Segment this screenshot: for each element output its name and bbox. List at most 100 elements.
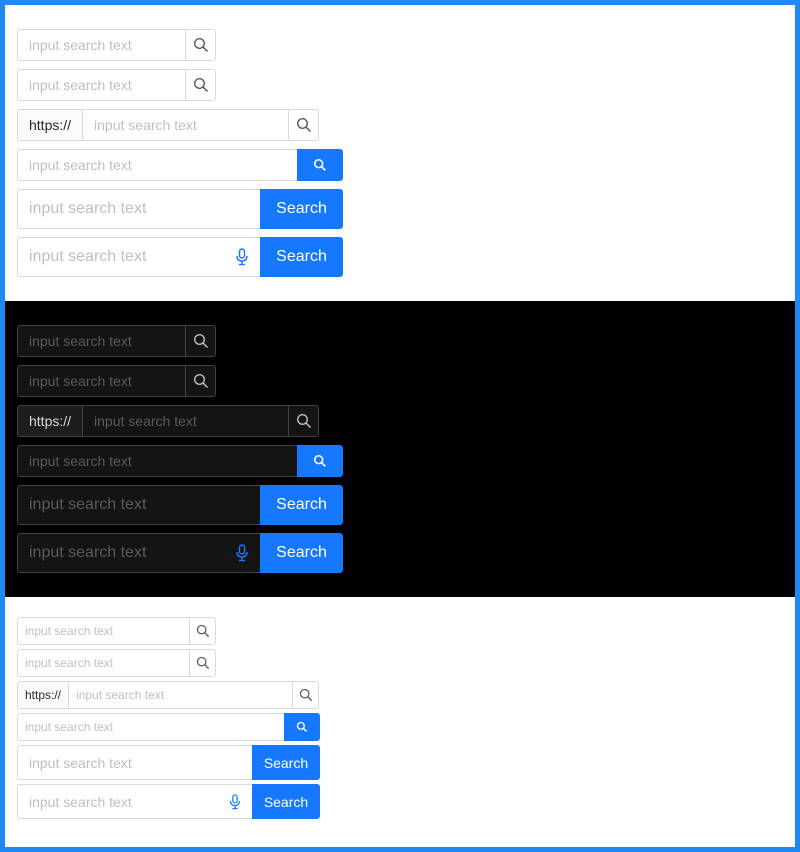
search-button[interactable]: Search: [260, 189, 343, 229]
search-button[interactable]: [284, 713, 320, 741]
dark-theme-section: input search text input search text http…: [5, 301, 795, 597]
search-button[interactable]: [185, 29, 216, 61]
addon-label: https://: [29, 413, 72, 429]
search-button[interactable]: [288, 109, 320, 141]
search-button-label: Search: [263, 793, 309, 810]
search-button-label: Search: [276, 544, 327, 561]
search-button[interactable]: [185, 365, 216, 397]
search-input[interactable]: input search text: [17, 149, 297, 181]
search-input[interactable]: input search text: [17, 784, 252, 819]
search-input[interactable]: input search text: [17, 29, 185, 61]
search-button-label: Search: [276, 200, 327, 217]
search-basic-2: input search text: [17, 649, 783, 677]
search-button-label: Search: [276, 248, 327, 265]
search-input[interactable]: input search text: [17, 745, 252, 780]
compact-section: input search text input search text http…: [5, 597, 795, 847]
microphone-icon[interactable]: [234, 248, 250, 266]
search-icon: [196, 624, 209, 638]
search-button[interactable]: [288, 405, 320, 437]
url-addon: https://: [17, 681, 69, 709]
search-icon: [313, 158, 326, 171]
microphone-icon[interactable]: [234, 544, 250, 562]
search-button[interactable]: [189, 617, 216, 645]
search-placeholder: input search text: [29, 453, 132, 469]
search-input[interactable]: input search text: [17, 617, 189, 645]
search-basic-2: input search text: [17, 69, 783, 101]
search-input[interactable]: input search text: [17, 365, 185, 397]
addon-label: https://: [25, 688, 62, 702]
search-button[interactable]: [185, 69, 216, 101]
search-icon: [296, 413, 311, 429]
search-button[interactable]: Search: [260, 533, 343, 573]
search-large: input search text Search: [17, 189, 783, 229]
search-input[interactable]: input search text: [82, 109, 289, 141]
search-button-label: Search: [276, 496, 327, 513]
search-icon: [193, 333, 208, 349]
search-input[interactable]: input search text: [17, 189, 260, 229]
search-placeholder: input search text: [29, 333, 132, 349]
search-icon: [193, 37, 208, 53]
search-primary-icon: input search text: [17, 445, 783, 477]
search-icon: [313, 454, 326, 467]
search-with-addon: https:// input search text: [17, 109, 783, 141]
search-input[interactable]: input search text: [17, 649, 189, 677]
search-placeholder: input search text: [29, 754, 132, 771]
search-placeholder: input search text: [29, 157, 132, 173]
addon-label: https://: [29, 117, 72, 133]
search-large: input search text Search: [17, 485, 783, 525]
search-basic-1: input search text: [17, 617, 783, 645]
search-placeholder: input search text: [29, 496, 147, 513]
search-input[interactable]: input search text: [17, 445, 297, 477]
search-placeholder: input search text: [94, 413, 197, 429]
search-button[interactable]: [297, 445, 343, 477]
search-input[interactable]: input search text: [17, 69, 185, 101]
search-placeholder: input search text: [29, 373, 132, 389]
search-icon: [196, 656, 209, 670]
search-basic-2: input search text: [17, 365, 783, 397]
search-input[interactable]: input search text: [82, 405, 289, 437]
search-placeholder: input search text: [25, 624, 114, 638]
search-input[interactable]: input search text: [17, 237, 260, 277]
search-placeholder: input search text: [25, 656, 114, 670]
search-primary-icon: input search text: [17, 149, 783, 181]
url-addon: https://: [17, 405, 83, 437]
search-button[interactable]: [297, 149, 343, 181]
search-icon: [296, 117, 311, 133]
search-with-addon: https:// input search text: [17, 681, 783, 709]
light-theme-section: input search text input search text http…: [5, 5, 795, 301]
search-placeholder: input search text: [29, 793, 132, 810]
search-placeholder: input search text: [29, 200, 147, 217]
search-button[interactable]: Search: [252, 745, 320, 780]
search-large-mic: input search text Search: [17, 237, 783, 277]
search-icon: [299, 688, 312, 702]
search-placeholder: input search text: [29, 37, 132, 53]
search-large: input search text Search: [17, 745, 783, 780]
search-input[interactable]: input search text: [17, 485, 260, 525]
search-placeholder: input search text: [29, 77, 132, 93]
search-button[interactable]: Search: [252, 784, 320, 819]
search-placeholder: input search text: [25, 720, 114, 734]
search-placeholder: input search text: [29, 544, 147, 561]
search-button[interactable]: [292, 681, 320, 709]
search-input[interactable]: input search text: [17, 533, 260, 573]
search-primary-icon: input search text: [17, 713, 783, 741]
search-button[interactable]: [189, 649, 216, 677]
search-button[interactable]: [185, 325, 216, 357]
search-placeholder: input search text: [94, 117, 197, 133]
microphone-icon[interactable]: [228, 793, 242, 810]
search-input[interactable]: input search text: [17, 713, 284, 741]
search-icon: [193, 77, 208, 93]
search-placeholder: input search text: [76, 688, 165, 702]
search-large-mic: input search text Search: [17, 533, 783, 573]
search-input[interactable]: input search text: [68, 681, 293, 709]
url-addon: https://: [17, 109, 83, 141]
search-large-mic: input search text Search: [17, 784, 783, 819]
search-button-label: Search: [263, 754, 309, 771]
search-icon: [296, 721, 308, 733]
search-button[interactable]: Search: [260, 485, 343, 525]
search-basic-1: input search text: [17, 325, 783, 357]
search-icon: [193, 373, 208, 389]
search-basic-1: input search text: [17, 29, 783, 61]
search-input[interactable]: input search text: [17, 325, 185, 357]
search-button[interactable]: Search: [260, 237, 343, 277]
